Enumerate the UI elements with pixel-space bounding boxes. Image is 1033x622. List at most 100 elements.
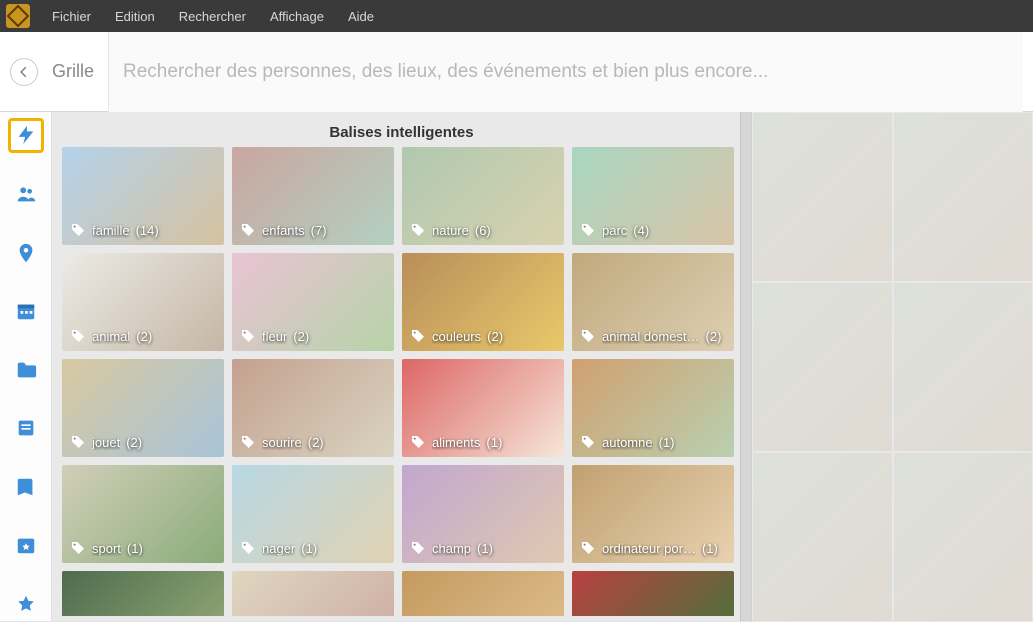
tag-icon <box>410 434 426 450</box>
tag-label: jouet <box>92 435 120 450</box>
tag-count: (1) <box>477 541 493 556</box>
tag-count: (1) <box>127 541 143 556</box>
search-wrap <box>108 32 1023 112</box>
tag-card[interactable]: jouet (2) <box>62 359 224 457</box>
tag-icon <box>240 222 256 238</box>
tag-card[interactable]: nager (1) <box>232 465 394 563</box>
menu-file[interactable]: Fichier <box>40 9 103 24</box>
lightning-icon <box>15 124 37 146</box>
tag-card[interactable]: sourire(2) <box>232 359 394 457</box>
sidebar-albums[interactable] <box>8 411 44 446</box>
back-button[interactable] <box>10 58 38 86</box>
sidebar-smart-tags[interactable] <box>8 118 44 153</box>
sidebar-keywords[interactable] <box>8 469 44 504</box>
tag-card[interactable] <box>62 571 224 616</box>
tag-icon <box>580 434 596 450</box>
menu-edit[interactable]: Edition <box>103 9 167 24</box>
preview-thumb <box>752 452 893 622</box>
tag-count: (4) <box>633 223 649 238</box>
tag-label: animal <box>92 329 130 344</box>
tag-card[interactable]: enfants (7) <box>232 147 394 245</box>
tag-icon <box>580 540 596 556</box>
tag-count: (2) <box>136 329 152 344</box>
tag-icon <box>70 328 86 344</box>
tag-card[interactable]: animal domest…(2) <box>572 253 734 351</box>
folder-icon <box>15 359 37 381</box>
preview-thumb <box>752 282 893 452</box>
tag-label: couleurs <box>432 329 481 344</box>
tag-card[interactable]: animal (2) <box>62 253 224 351</box>
tag-card[interactable]: parc (4) <box>572 147 734 245</box>
pin-icon <box>15 242 37 264</box>
tag-icon <box>240 540 256 556</box>
tag-count: (7) <box>311 223 327 238</box>
tag-icon <box>580 222 596 238</box>
menu-display[interactable]: Affichage <box>258 9 336 24</box>
app-logo-icon <box>6 4 30 28</box>
tag-count: (2) <box>293 329 309 344</box>
tag-card[interactable] <box>402 571 564 616</box>
sidebar-people[interactable] <box>8 177 44 212</box>
tag-count: (2) <box>487 329 503 344</box>
tag-card[interactable]: famille (14) <box>62 147 224 245</box>
people-icon <box>15 183 37 205</box>
sidebar-places[interactable] <box>8 235 44 270</box>
tag-label: enfants <box>262 223 305 238</box>
preview-thumb <box>893 112 1033 282</box>
tag-label: nager <box>262 541 295 556</box>
calendar-star-icon <box>15 534 37 556</box>
tag-icon <box>70 434 86 450</box>
tag-count: (2) <box>126 435 142 450</box>
tag-card[interactable]: aliments (1) <box>402 359 564 457</box>
menu-help[interactable]: Aide <box>336 9 386 24</box>
menu-search[interactable]: Rechercher <box>167 9 258 24</box>
tag-card[interactable] <box>572 571 734 616</box>
preview-thumb <box>752 112 893 282</box>
tag-count: (1) <box>301 541 317 556</box>
tag-label: parc <box>602 223 627 238</box>
tag-label: ordinateur por… <box>602 541 696 556</box>
tag-card[interactable]: automne(1) <box>572 359 734 457</box>
calendar-icon <box>15 300 37 322</box>
preview-thumb <box>893 282 1033 452</box>
sidebar-favorites[interactable] <box>8 587 44 622</box>
tag-card[interactable] <box>232 571 394 616</box>
sidebar-events[interactable] <box>8 528 44 563</box>
tag-label: animal domest… <box>602 329 700 344</box>
tag-icon <box>70 540 86 556</box>
tag-icon <box>580 328 596 344</box>
preview-grid <box>752 112 1033 621</box>
search-input[interactable] <box>123 61 1009 83</box>
sidebar-dates[interactable] <box>8 294 44 329</box>
tag-count: (2) <box>308 435 324 450</box>
tag-icon <box>70 222 86 238</box>
tag-card[interactable]: sport (1) <box>62 465 224 563</box>
smart-tags-panel: Balises intelligentes famille (14) enfant… <box>52 112 752 621</box>
tag-icon <box>240 434 256 450</box>
sidebar-folders[interactable] <box>8 352 44 387</box>
tag-card[interactable]: couleurs (2) <box>402 253 564 351</box>
tag-card[interactable]: ordinateur por… (1) <box>572 465 734 563</box>
book-icon <box>15 476 37 498</box>
tag-label: fleur <box>262 329 287 344</box>
tag-label: aliments <box>432 435 480 450</box>
star-icon <box>15 593 37 615</box>
tag-label: sport <box>92 541 121 556</box>
panel-title: Balises intelligentes <box>52 112 751 147</box>
tag-card[interactable]: fleur (2) <box>232 253 394 351</box>
tag-count: (1) <box>659 435 675 450</box>
preview-thumb <box>893 452 1033 622</box>
tag-count: (6) <box>475 223 491 238</box>
tag-count: (1) <box>486 435 502 450</box>
tag-label: famille <box>92 223 130 238</box>
menubar: Fichier Edition Rechercher Affichage Aid… <box>0 0 1033 32</box>
tag-card[interactable]: nature (6) <box>402 147 564 245</box>
tag-label: nature <box>432 223 469 238</box>
tag-count: (14) <box>136 223 159 238</box>
album-icon <box>15 417 37 439</box>
tag-count: (1) <box>702 541 718 556</box>
tag-icon <box>240 328 256 344</box>
tag-card[interactable]: champ(1) <box>402 465 564 563</box>
tags-grid[interactable]: famille (14) enfants (7) nature (6) parc (4)… <box>52 147 751 616</box>
tag-icon <box>410 540 426 556</box>
